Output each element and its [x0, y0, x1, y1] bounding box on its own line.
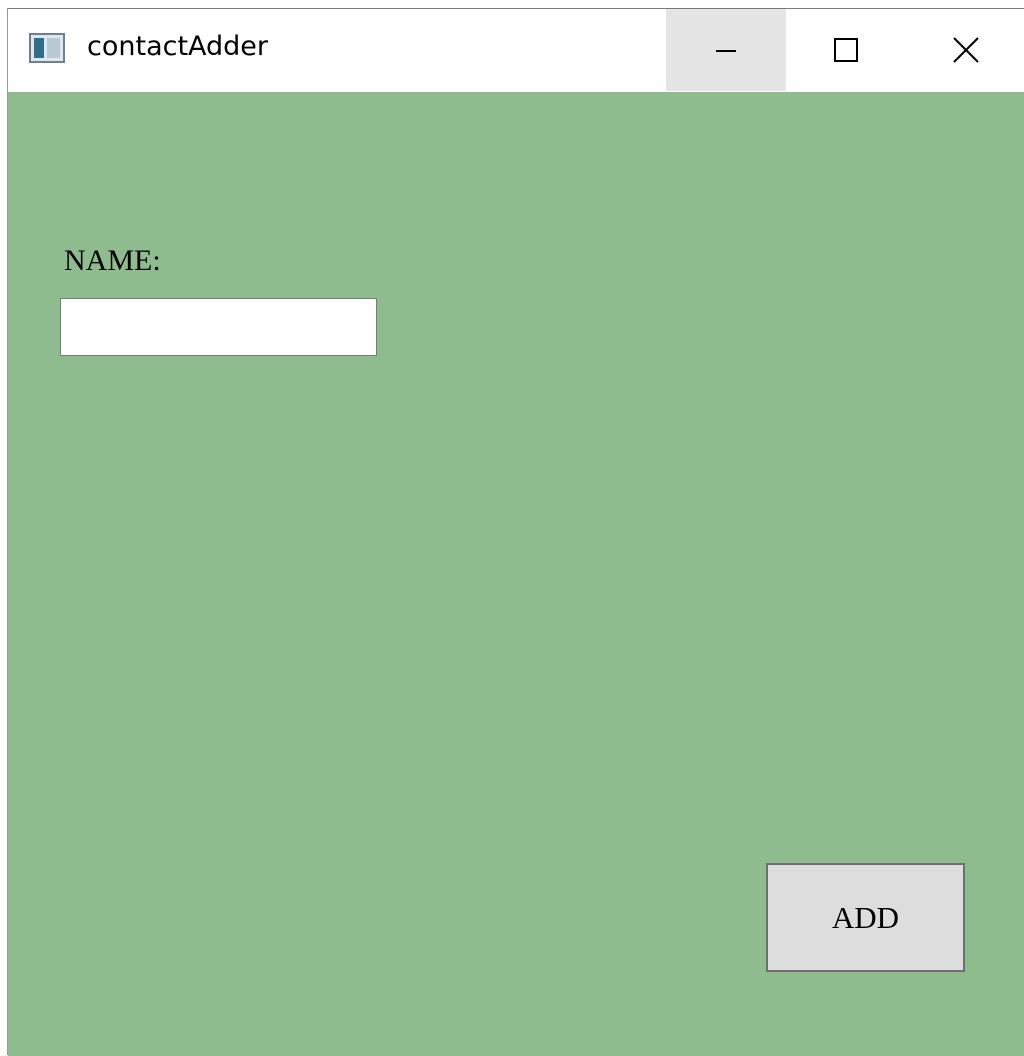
contact-adder-window: contactAdder NAME: ADD: [7, 8, 1024, 1056]
maximize-icon: [834, 38, 858, 62]
add-button[interactable]: ADD: [766, 863, 965, 972]
close-icon: [953, 37, 979, 63]
window-title: contactAdder: [87, 31, 269, 62]
close-button[interactable]: [906, 9, 1024, 91]
form-area: NAME: ADD: [8, 92, 1024, 1056]
app-window-icon: [29, 33, 65, 63]
title-bar[interactable]: contactAdder: [8, 9, 1024, 92]
app-icon-left-pane: [34, 38, 44, 58]
maximize-button[interactable]: [786, 9, 906, 91]
name-label: NAME:: [64, 244, 161, 277]
minimize-button[interactable]: [666, 9, 786, 91]
app-icon-right-pane: [47, 38, 60, 58]
minimize-icon: [716, 50, 736, 52]
name-input[interactable]: [60, 298, 377, 356]
